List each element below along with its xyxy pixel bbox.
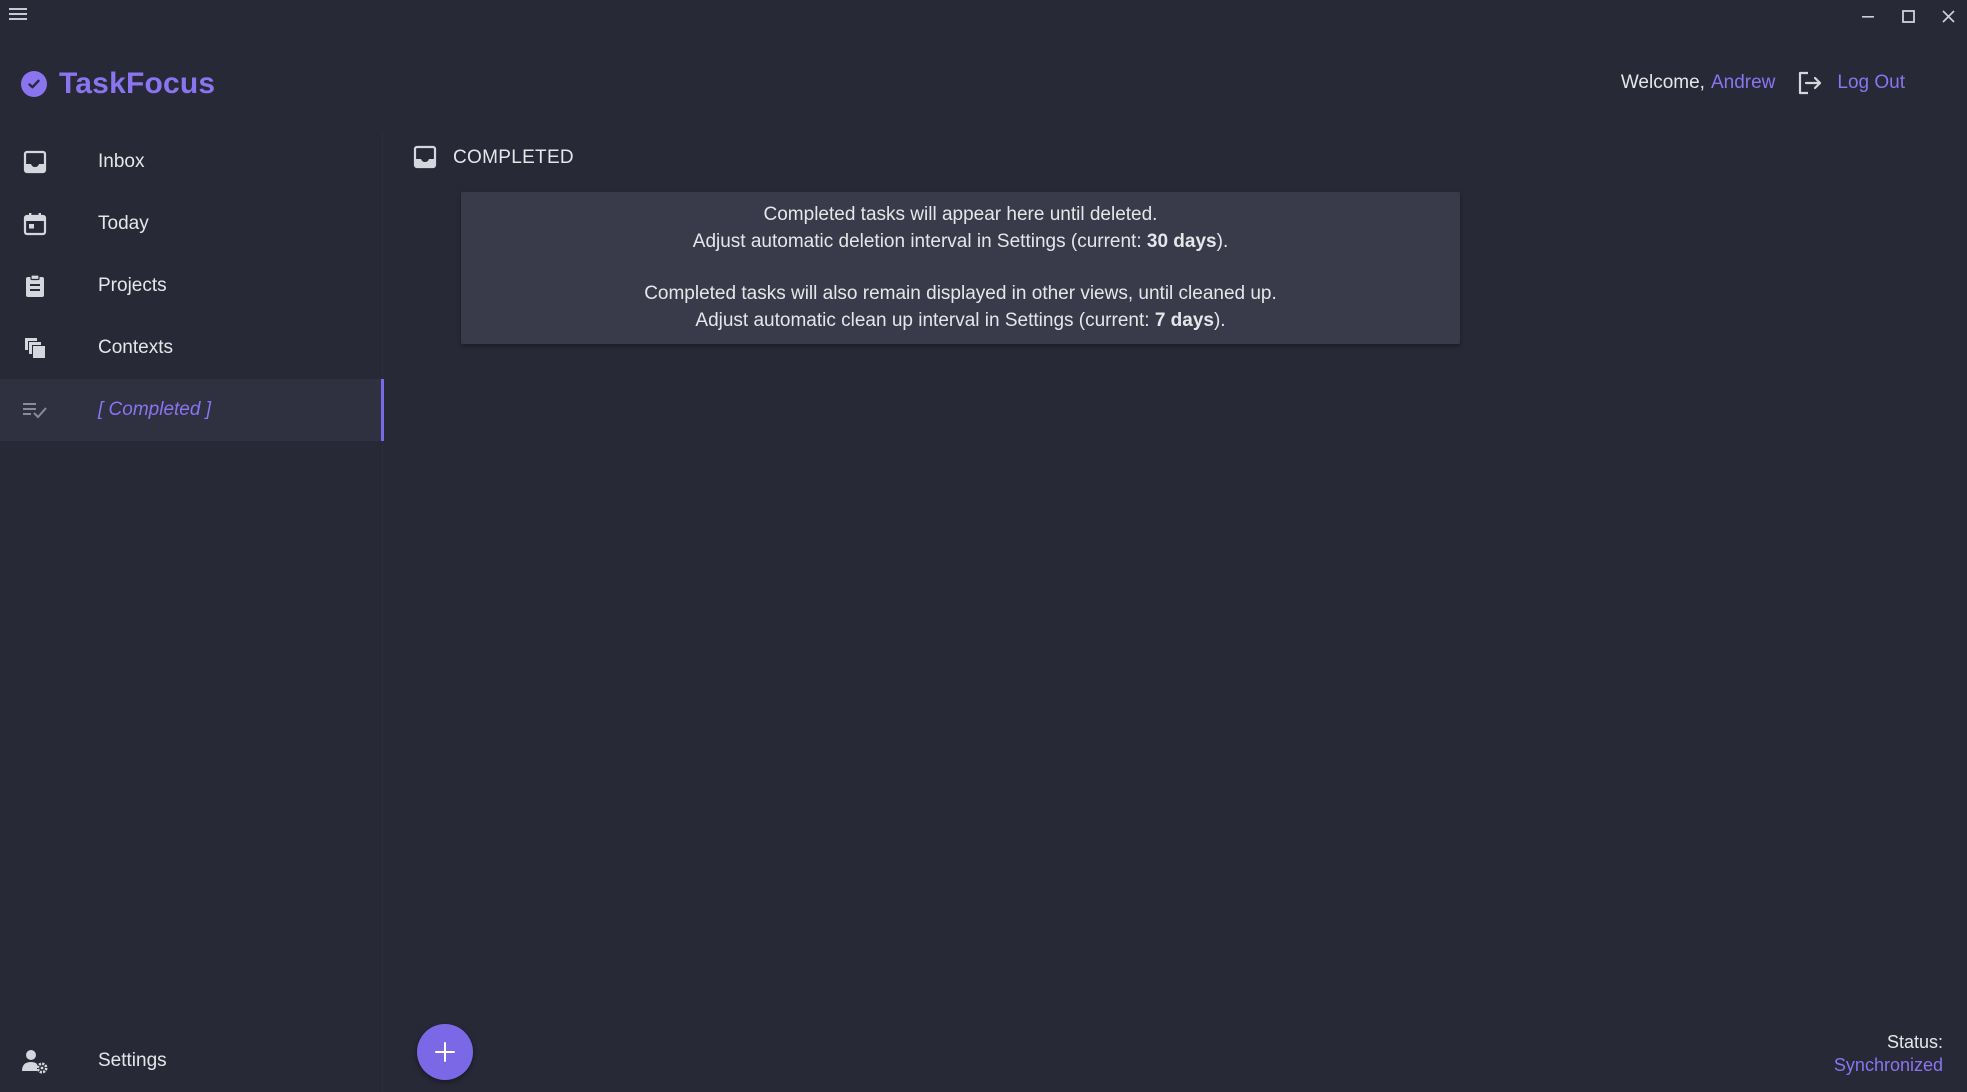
clipboard-icon — [22, 273, 48, 299]
user-gear-icon — [21, 1047, 49, 1075]
deletion-interval-value: 30 days — [1146, 231, 1217, 252]
info-card: Completed tasks will appear here until d… — [461, 192, 1460, 344]
logout-button[interactable]: Log Out — [1837, 72, 1905, 94]
username-link[interactable]: Andrew — [1711, 72, 1775, 94]
checklist-icon — [22, 397, 48, 423]
inbox-tray-icon — [22, 149, 48, 175]
sidebar-item-settings[interactable]: Settings — [0, 1031, 384, 1091]
sidebar-item-label: Projects — [98, 275, 167, 296]
sidebar-item-label: [ Completed ] — [98, 399, 211, 420]
sidebar-item-completed[interactable]: [ Completed ] — [0, 379, 384, 441]
info-line: Adjust automatic deletion interval in Se… — [692, 231, 1229, 252]
cleanup-interval-value: 7 days — [1154, 310, 1214, 331]
inbox-tray-icon — [413, 145, 439, 171]
sidebar-item-projects[interactable]: Projects — [0, 255, 384, 317]
info-line: Completed tasks will appear here until d… — [763, 204, 1158, 225]
sidebar-item-label: Today — [98, 213, 149, 234]
status-label: Status: — [1886, 1032, 1943, 1052]
view-header: COMPLETED — [413, 145, 574, 171]
title-bar — [0, 0, 1967, 32]
hamburger-menu-icon[interactable] — [9, 8, 27, 22]
user-bar: Welcome, Andrew Log Out — [1621, 70, 1905, 96]
sidebar-item-today[interactable]: Today — [0, 193, 384, 255]
minimize-icon[interactable] — [1848, 0, 1888, 32]
sidebar-item-inbox[interactable]: Inbox — [0, 131, 384, 193]
add-task-button[interactable] — [417, 1024, 473, 1080]
sidebar-item-label: Inbox — [98, 151, 145, 172]
check-circle-icon — [21, 71, 47, 97]
page-title: COMPLETED — [453, 147, 574, 168]
status-value: Synchronized — [1833, 1055, 1943, 1075]
app-title: TaskFocus — [59, 67, 216, 100]
app-brand: TaskFocus — [21, 67, 215, 101]
close-icon[interactable] — [1928, 0, 1967, 32]
sync-status: Status: Synchronized — [1834, 1031, 1943, 1077]
sidebar-item-contexts[interactable]: Contexts — [0, 317, 384, 379]
sidebar-item-label: Settings — [98, 1050, 167, 1071]
info-line: Adjust automatic clean up interval in Se… — [695, 310, 1226, 331]
logout-arrow-icon[interactable] — [1797, 70, 1823, 96]
stacked-pages-icon — [22, 335, 48, 361]
info-line: Completed tasks will also remain display… — [644, 283, 1277, 304]
maximize-icon[interactable] — [1888, 0, 1928, 32]
sidebar-item-label: Contexts — [98, 337, 173, 358]
welcome-label: Welcome, — [1620, 72, 1705, 93]
plus-icon — [435, 1042, 455, 1062]
app-window: TaskFocus Welcome, Andrew Log Out Inbox — [0, 0, 1967, 1092]
calendar-icon — [22, 211, 48, 237]
